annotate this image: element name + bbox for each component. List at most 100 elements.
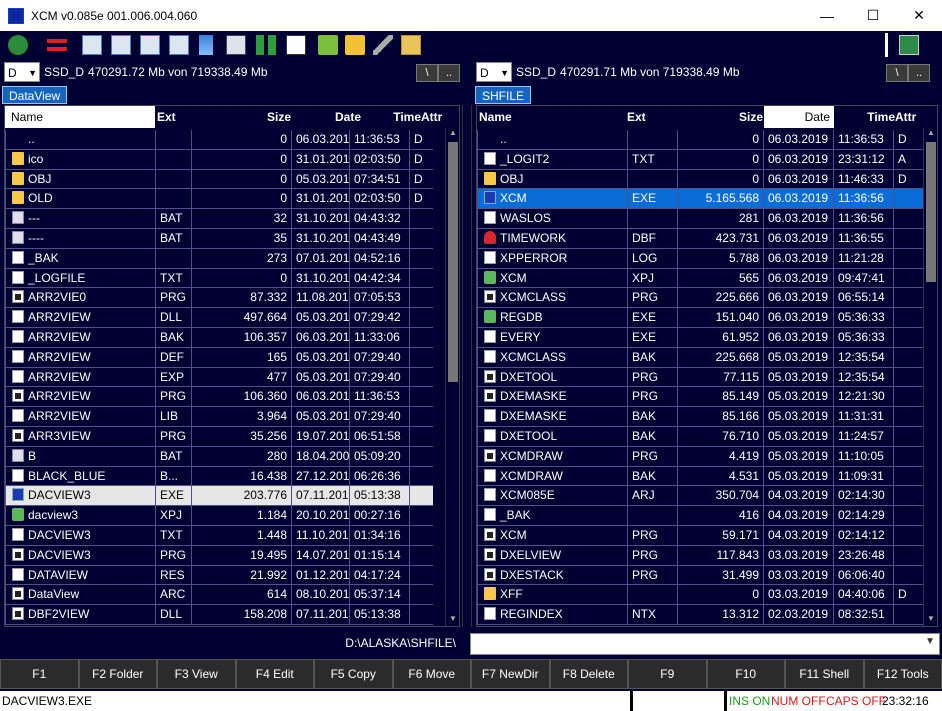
edit-icon[interactable] <box>373 35 393 55</box>
minimize-button[interactable]: — <box>804 0 850 31</box>
file-row[interactable]: DataView ARC61408.10.201505:37:14 <box>5 585 459 606</box>
fkey-button-3[interactable]: F3 View <box>157 659 236 689</box>
file-row[interactable]: DACVIEW3 PRG19.49514.07.201801:15:14 <box>5 545 459 566</box>
file-row[interactable]: ARR2VIEW DLL497.66405.03.201907:29:42 <box>5 308 459 328</box>
view-icon-2[interactable] <box>111 35 131 55</box>
view-icon-1[interactable] <box>82 35 102 55</box>
command-line-input[interactable]: ▼ <box>470 633 940 655</box>
file-row[interactable]: XCMDRAW BAK 4.531 05.03.2019 11:09:31 <box>477 466 937 487</box>
sort-icon[interactable] <box>199 35 213 55</box>
file-row[interactable]: OBJ 0 06.03.2019 11:46:33 D <box>477 169 937 190</box>
file-row[interactable]: dacview3 XPJ1.18420.10.201500:27:16 <box>5 506 459 526</box>
file-row[interactable]: REGINDEX NTX 13.312 02.03.2019 08:32:51 <box>477 605 937 625</box>
fkey-button-6[interactable]: F6 Move <box>392 659 471 689</box>
left-drive-select[interactable]: D ▼ <box>4 62 40 82</box>
download-icon[interactable] <box>256 35 276 55</box>
left-root-button[interactable]: \ <box>416 64 438 82</box>
left-scrollbar[interactable]: ▲ ▼ <box>445 128 459 626</box>
file-row[interactable]: ARR2VIEW PRG106.36006.03.201911:36:53 <box>5 387 459 408</box>
file-row[interactable]: ---- BAT3531.10.201804:43:49 <box>5 228 459 249</box>
file-row[interactable]: ico 031.01.201902:03:50D <box>5 149 459 170</box>
column-header-ext[interactable]: Ext <box>627 106 663 128</box>
right-file-panel[interactable]: Name Ext Size Date Time Attr .. 0 06.03.20… <box>476 105 938 627</box>
refresh-icon[interactable] <box>8 35 28 55</box>
file-row[interactable]: REGDB EXE 151.040 06.03.2019 05:36:33 <box>477 308 937 328</box>
left-file-panel[interactable]: Name Ext Size Date Time Attr .. 0 06.03.20… <box>4 105 460 627</box>
scroll-down-icon[interactable]: ▼ <box>924 614 937 626</box>
folder-open-icon[interactable] <box>345 35 365 55</box>
column-header-ext[interactable]: Ext <box>155 106 191 128</box>
fkey-button-2[interactable]: F2 Folder <box>78 659 157 689</box>
file-row[interactable]: DATAVIEW RES21.99201.12.201504:17:24 <box>5 565 459 586</box>
file-row[interactable]: XFF 0 03.03.2019 04:40:06 D <box>477 585 937 606</box>
file-row[interactable]: DACVIEW3 TXT1.44811.10.201501:34:16 <box>5 525 459 546</box>
column-header-time[interactable]: Time <box>835 106 895 128</box>
view-icon-4[interactable] <box>169 35 189 55</box>
file-row[interactable]: DXEMASKE BAK 85.166 05.03.2019 11:31:31 <box>477 407 937 427</box>
file-row[interactable]: OLD 031.01.201902:03:50D <box>5 189 459 210</box>
file-row[interactable]: --- BAT3231.10.201804:43:32 <box>5 209 459 229</box>
column-header-size[interactable]: Size <box>663 106 763 128</box>
file-row[interactable]: DBF2VIEW DLL158.20807.11.201505:13:38 <box>5 605 459 625</box>
column-header-date[interactable]: Date <box>295 106 365 128</box>
file-row[interactable]: DXETOOL BAK 76.710 05.03.2019 11:24:57 <box>477 426 937 447</box>
upload-icon[interactable] <box>318 35 338 55</box>
file-row[interactable]: XCM085E ARJ 350.704 04.03.2019 02:14:30 <box>477 486 937 507</box>
fkey-button-11[interactable]: F11 Shell <box>785 659 864 689</box>
file-row[interactable]: _BAK 416 04.03.2019 02:14:29 <box>477 506 937 526</box>
file-row[interactable]: DXETOOL PRG 77.115 05.03.2019 12:35:54 <box>477 367 937 388</box>
scroll-up-icon[interactable]: ▲ <box>924 128 937 140</box>
file-row[interactable]: WASLOS 281 06.03.2019 11:36:56 <box>477 209 937 229</box>
right-up-button[interactable]: .. <box>908 64 930 82</box>
file-row[interactable]: TIMEWORK DBF 423.731 06.03.2019 11:36:55 <box>477 228 937 249</box>
column-header-size[interactable]: Size <box>191 106 291 128</box>
archive-icon[interactable] <box>401 35 421 55</box>
file-row[interactable]: ARR2VIEW EXP47705.03.201907:29:40 <box>5 367 459 388</box>
fkey-button-4[interactable]: F4 Edit <box>235 659 314 689</box>
maximize-button[interactable]: ☐ <box>850 0 896 31</box>
file-row[interactable]: DXELVIEW PRG 117.843 03.03.2019 23:26:48 <box>477 545 937 566</box>
file-row[interactable]: _LOGFILE TXT031.10.201804:42:34 <box>5 268 459 289</box>
file-row[interactable]: ARR2VIEW DEF16505.03.201907:29:40 <box>5 347 459 368</box>
scroll-down-icon[interactable]: ▼ <box>446 614 459 626</box>
right-scroll-thumb[interactable] <box>926 142 936 282</box>
file-row[interactable]: .. 006.03.201911:36:53D <box>5 130 459 150</box>
file-row[interactable]: BLACK_BLUE B...16.43827.12.201106:26:36 <box>5 466 459 487</box>
file-row[interactable]: _BAK 27307.01.201904:52:16 <box>5 248 459 269</box>
file-row[interactable]: ARR3VIEW PRG35.25619.07.201806:51:58 <box>5 426 459 447</box>
column-header-name[interactable]: Name <box>5 106 155 128</box>
fkey-button-10[interactable]: F10 <box>706 659 785 689</box>
fkey-button-12[interactable]: F12 Tools <box>863 659 942 689</box>
right-scrollbar[interactable]: ▲ ▼ <box>923 128 937 626</box>
stop-icon[interactable] <box>47 35 67 55</box>
file-row[interactable]: B BAT28018.04.200805:09:20 <box>5 446 459 467</box>
left-up-button[interactable]: .. <box>438 64 460 82</box>
file-row[interactable]: ARR2VIE0 PRG87.33211.08.201807:05:53 <box>5 288 459 309</box>
column-header-attr[interactable]: Attr <box>895 106 923 128</box>
column-header-attr[interactable]: Attr <box>421 106 449 128</box>
file-row[interactable]: DXESTACK PRG 31.499 03.03.2019 06:06:40 <box>477 565 937 586</box>
right-root-button[interactable]: \ <box>886 64 908 82</box>
copy-icon[interactable] <box>226 35 246 55</box>
close-button[interactable]: ✕ <box>896 0 942 31</box>
panel-divider[interactable] <box>462 105 472 627</box>
file-row[interactable]: _LOGIT2 TXT 0 06.03.2019 23:31:12 A <box>477 149 937 170</box>
column-header-name[interactable]: Name <box>479 106 623 128</box>
file-row[interactable]: XCMCLASS BAK 225.668 05.03.2019 12:35:54 <box>477 347 937 368</box>
fkey-button-5[interactable]: F5 Copy <box>314 659 393 689</box>
file-row[interactable]: XCM PRG 59.171 04.03.2019 02:14:12 <box>477 525 937 546</box>
file-row[interactable]: EVERY EXE 61.952 06.03.2019 05:36:33 <box>477 327 937 348</box>
fkey-button-9[interactable]: F9 <box>628 659 707 689</box>
fkey-button-8[interactable]: F8 Delete <box>549 659 628 689</box>
panel-icon[interactable] <box>899 35 919 55</box>
scroll-up-icon[interactable]: ▲ <box>446 128 459 140</box>
file-row[interactable]: XPPERROR LOG 5.788 06.03.2019 11:21:28 <box>477 248 937 269</box>
tab-dataview[interactable]: DataView <box>2 86 68 104</box>
fkey-button-1[interactable]: F1 <box>0 659 79 689</box>
file-row[interactable]: DACVIEW3 EXE203.77607.11.201505:13:38 <box>5 486 459 507</box>
file-row[interactable]: ARR2VIEW LIB3.96405.03.201907:29:40 <box>5 407 459 427</box>
fkey-button-7[interactable]: F7 NewDir <box>471 659 550 689</box>
view-icon-3[interactable] <box>140 35 160 55</box>
right-drive-select[interactable]: D ▼ <box>476 62 512 82</box>
file-row[interactable]: XCM XPJ 565 06.03.2019 09:47:41 <box>477 268 937 289</box>
